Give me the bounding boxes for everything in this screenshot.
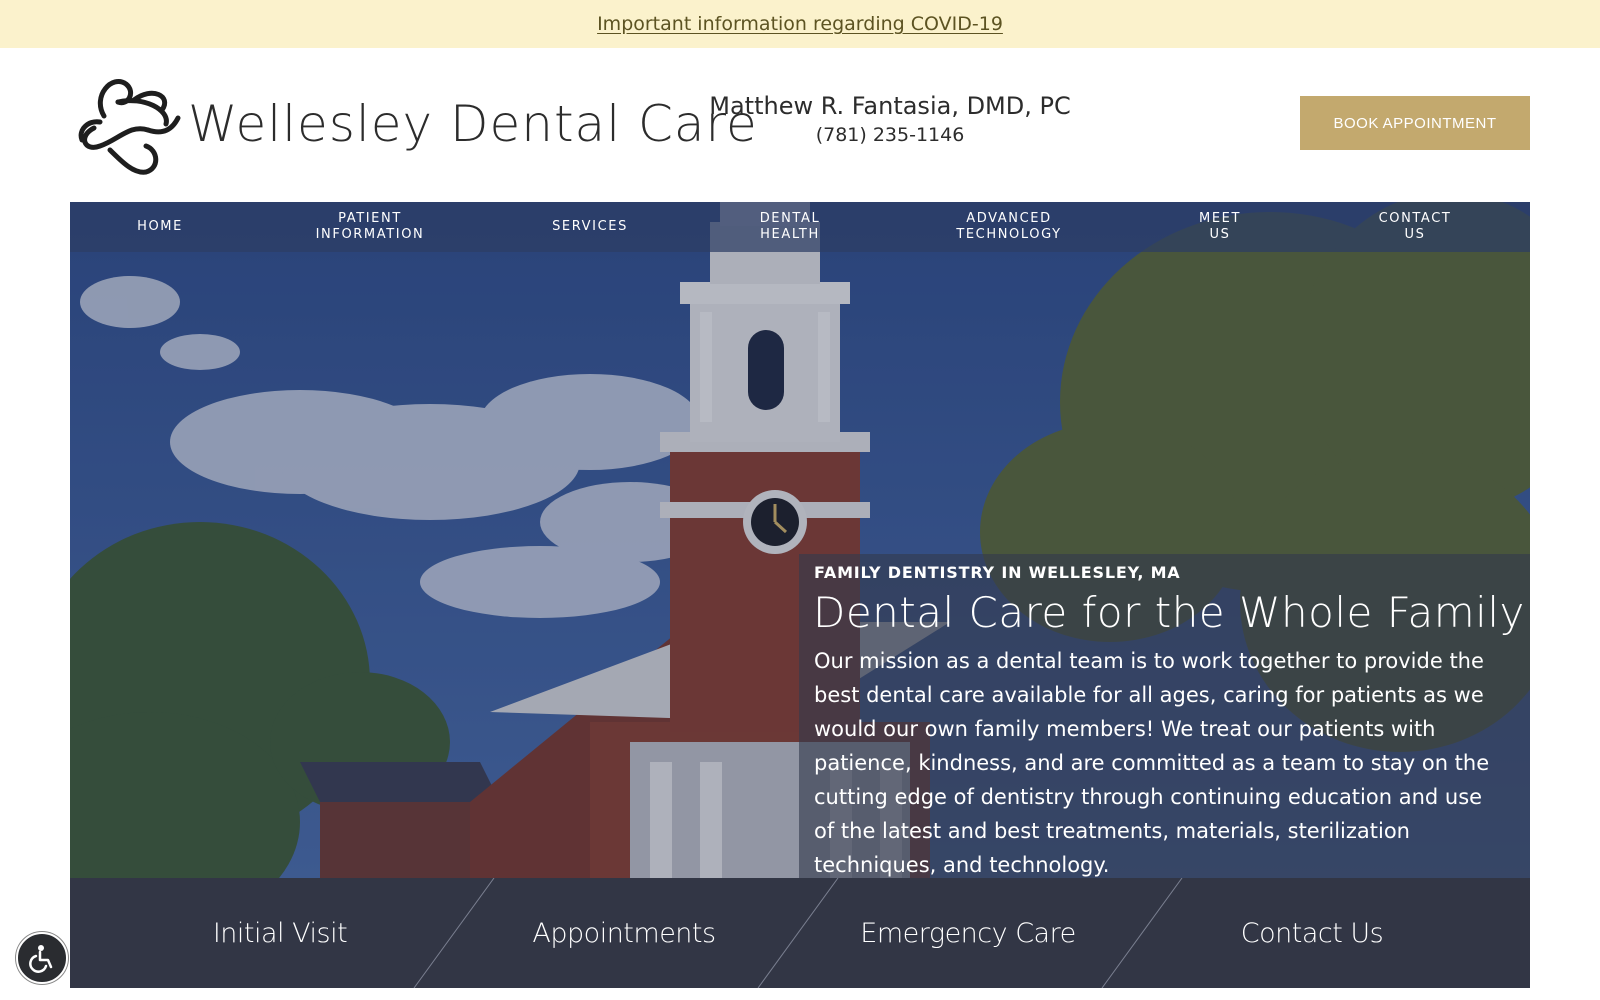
nav-dental-health[interactable]: DENTAL HEALTH [740, 202, 840, 252]
phone-number[interactable]: (781) 235-1146 [700, 124, 1080, 146]
site-header: Wellesley Dental Care Matthew R. Fantasi… [0, 48, 1600, 202]
doctor-info: Matthew R. Fantasia, DMD, PC (781) 235-1… [700, 92, 1080, 146]
quick-link-appointments[interactable]: Appointments [454, 878, 794, 988]
quick-link-initial-visit[interactable]: Initial Visit [110, 878, 450, 988]
book-appointment-button[interactable]: BOOK APPOINTMENT [1300, 96, 1530, 150]
nav-contact-us[interactable]: CONTACT US [1360, 202, 1470, 252]
covid-info-link[interactable]: Important information regarding COVID-19 [597, 13, 1003, 35]
nav-services[interactable]: SERVICES [530, 202, 650, 252]
nav-meet-us[interactable]: MEET US [1180, 202, 1260, 252]
main-nav: HOME PATIENT INFORMATION SERVICES DENTAL… [70, 202, 1530, 252]
site-logo[interactable]: Wellesley Dental Care [74, 66, 758, 182]
accessibility-button[interactable] [16, 932, 68, 984]
tooth-swirl-logo-icon [78, 79, 181, 175]
hero-body-text: Our mission as a dental team is to work … [814, 649, 1490, 877]
wheelchair-icon [29, 945, 53, 973]
hero-title: Dental Care for the Whole Family [813, 588, 1525, 637]
nav-advanced-technology[interactable]: ADVANCED TECHNOLOGY [934, 202, 1084, 252]
logo-text: Wellesley Dental Care [188, 95, 758, 153]
nav-home[interactable]: HOME [110, 202, 210, 252]
doctor-name: Matthew R. Fantasia, DMD, PC [709, 92, 1071, 120]
quick-links-bar: Initial Visit Appointments Emergency Car… [70, 878, 1530, 988]
quick-link-emergency-care[interactable]: Emergency Care [798, 878, 1138, 988]
quick-link-contact-us[interactable]: Contact Us [1142, 878, 1482, 988]
hero-kicker: FAMILY DENTISTRY IN WELLESLEY, MA [814, 563, 1181, 582]
covid-banner: Important information regarding COVID-19 [0, 0, 1600, 48]
hero-section: HOME PATIENT INFORMATION SERVICES DENTAL… [70, 202, 1530, 878]
nav-patient-information[interactable]: PATIENT INFORMATION [290, 202, 450, 252]
